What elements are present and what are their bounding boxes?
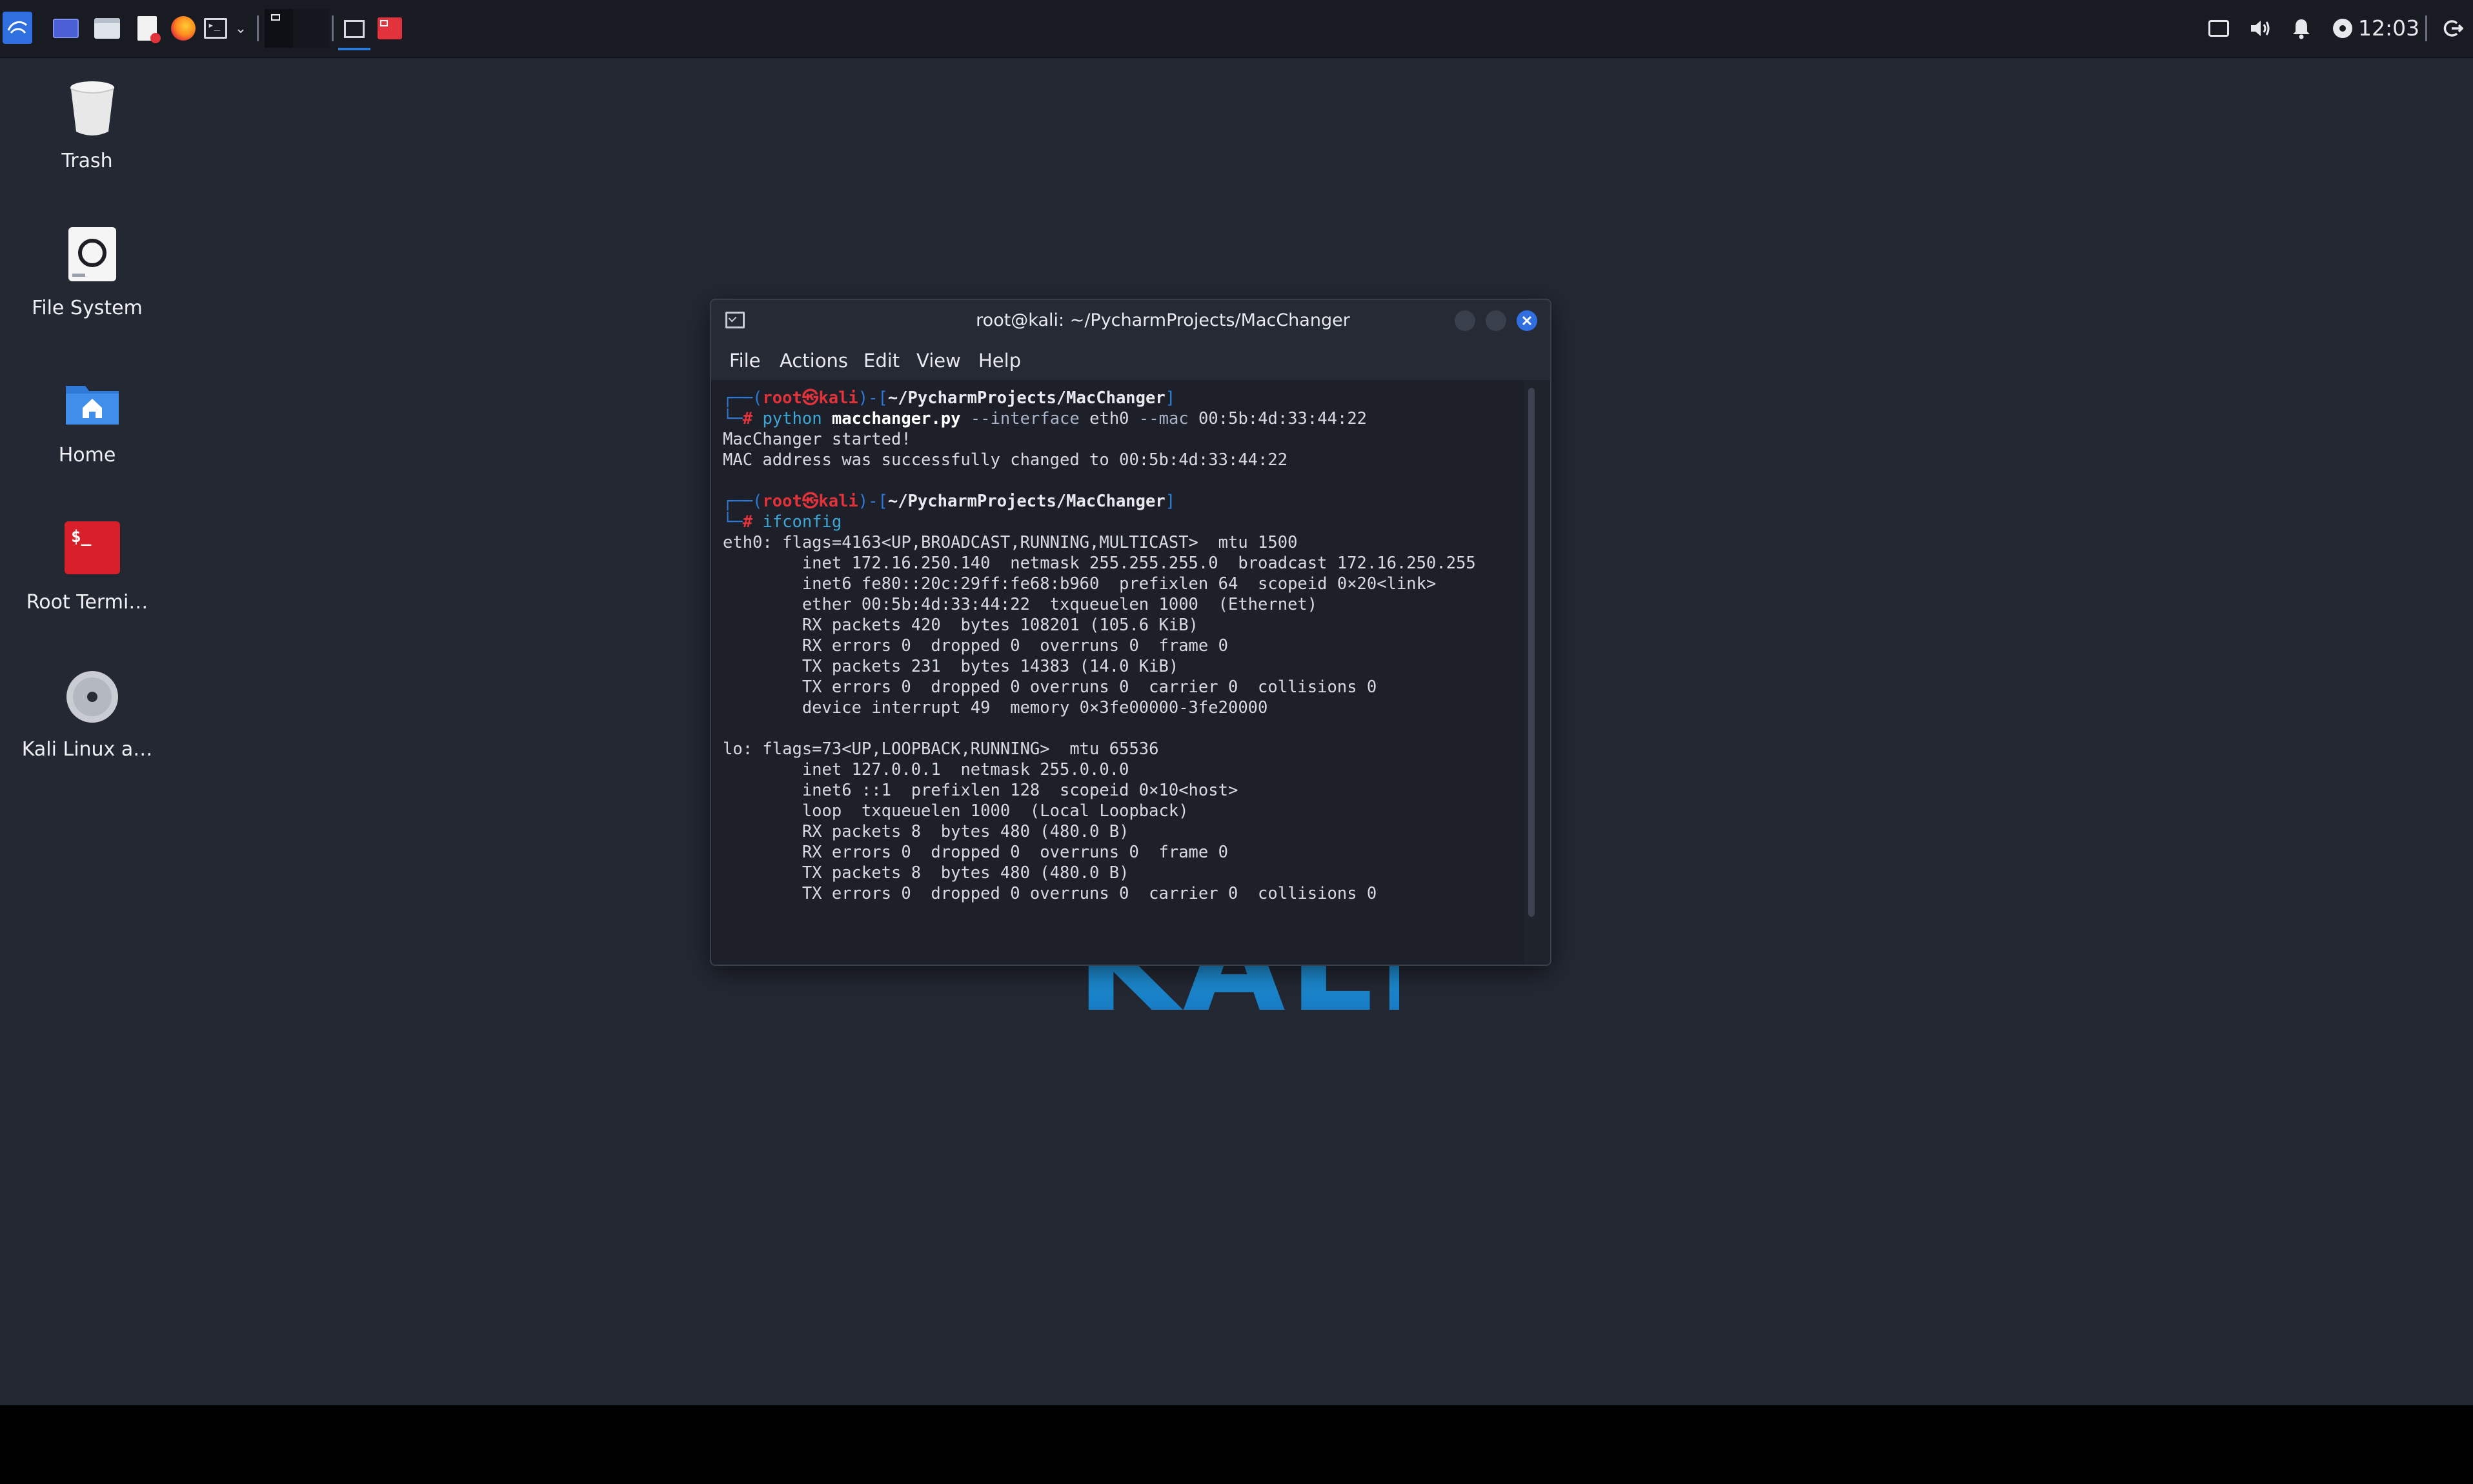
power-status-icon[interactable] [2330,15,2356,41]
command-program: python [762,409,822,428]
prompt-path: ~/PycharmProjects/MacChanger [887,492,1166,511]
menu-file[interactable]: File [729,348,761,374]
terminal-menubar: File Actions Edit View Help [711,341,1550,380]
prompt-line: ┌──(root㉿kali)-[~/PycharmProjects/MacCha… [723,388,1176,408]
prompt-line: ┌──(root㉿kali)-[~/PycharmProjects/MacCha… [723,492,1176,511]
clock[interactable]: 12:03 [2358,14,2419,43]
output-line: TX packets 231 bytes 14383 (14.0 KiB) [723,657,1179,676]
desktop-icon-home[interactable]: Home [6,372,168,501]
screen-bottom-band [0,1405,2473,1484]
terminal-scrollbar[interactable] [1528,388,1535,917]
close-button[interactable] [1517,310,1537,331]
root-terminal-icon: $_ [63,519,121,581]
desktop-icon-file-system[interactable]: File System [6,225,168,354]
desktop-icon-label: Home [58,444,116,466]
output-line: RX errors 0 dropped 0 overruns 0 frame 0 [723,843,1228,862]
desktop-icon-label: Root Termi… [26,591,148,614]
output-line: lo: flags=73<UP,LOOPBACK,RUNNING> mtu 65… [723,739,1159,759]
taskbar-separator [257,15,259,41]
desktop-icon-trash[interactable]: Trash [6,77,168,206]
prompt-path: ~/PycharmProjects/MacChanger [887,388,1166,408]
prompt-hash: # [742,512,753,532]
menu-edit[interactable]: Edit [863,348,900,374]
desktop-icon-kali-disc[interactable]: Kali Linux a… [6,666,168,795]
prompt-at: ㉿ [802,388,819,408]
output-line: eth0: flags=4163<UP,BROADCAST,RUNNING,MU… [723,533,1298,552]
file-manager-icon[interactable] [93,15,121,41]
text-editor-icon[interactable] [134,14,161,43]
prompt-host: kali [818,388,858,408]
output-line: RX packets 8 bytes 480 (480.0 B) [723,822,1129,841]
terminal-output[interactable]: ┌──(root㉿kali)-[~/PycharmProjects/MacCha… [711,380,1524,965]
prompt-at: ㉿ [802,492,819,511]
command-line: └─# ifconfig [723,512,842,532]
output-line: TX errors 0 dropped 0 overruns 0 carrier… [723,884,1377,903]
terminal-task-icon[interactable] [338,10,370,50]
terminal-window-icon [725,312,745,328]
desktop: ▸_ ⌄ 12:03 Trash File System Home $_ Roo… [0,0,2473,1405]
maximize-button[interactable] [1486,310,1506,331]
command-flag: --mac [1138,409,1189,428]
workspace-icon[interactable] [52,17,80,40]
output-line: inet6 fe80::20c:29ff:fe68:b960 prefixlen… [723,574,1437,594]
desktop-icon-label: Kali Linux a… [21,738,153,761]
command-program: ifconfig [762,512,842,532]
command-script: macchanger.py [831,409,961,428]
menu-view[interactable]: View [916,348,961,374]
command-flag: --interface [970,409,1080,428]
menu-help[interactable]: Help [978,348,1021,374]
drive-icon [63,225,121,286]
prompt-user: root [762,492,802,511]
output-line: TX errors 0 dropped 0 overruns 0 carrier… [723,677,1377,697]
menu-actions[interactable]: Actions [780,348,848,374]
command-arg: 00:5b:4d:33:44:22 [1198,409,1368,428]
output-line: device interrupt 49 memory 0×3fe00000-3f… [723,698,1268,717]
root-terminal-task-icon[interactable] [376,15,404,41]
output-line: inet6 ::1 prefixlen 128 scopeid 0×10<hos… [723,781,1238,800]
terminal-window-title: root@kali: ~/PycharmProjects/MacChanger [976,310,1350,330]
taskbar-separator [2425,15,2427,41]
terminal-window[interactable]: root@kali: ~/PycharmProjects/MacChanger … [710,299,1551,966]
workspace-2-icon[interactable] [293,9,329,48]
taskbar: ▸_ ⌄ 12:03 [0,0,2473,58]
desktop-icon-root-terminal[interactable]: $_ Root Termi… [6,519,168,648]
volume-icon[interactable] [2247,15,2273,41]
terminal-titlebar[interactable]: root@kali: ~/PycharmProjects/MacChanger [711,300,1550,341]
output-line: TX packets 8 bytes 480 (480.0 B) [723,863,1129,883]
output-line: ether 00:5b:4d:33:44:22 txqueuelen 1000 … [723,595,1318,614]
dropdown-icon[interactable]: ⌄ [231,19,250,37]
home-folder-icon [63,372,121,434]
logout-icon[interactable] [2439,15,2467,41]
close-icon [1522,316,1532,326]
command-arg: eth0 [1089,409,1129,428]
desktop-icon-label: Trash [61,150,113,172]
output-line: RX errors 0 dropped 0 overruns 0 frame 0 [723,636,1228,656]
display-icon[interactable] [2206,17,2232,40]
output-line: MAC address was successfully changed to … [723,450,1288,470]
terminal-icon[interactable]: ▸_ [203,15,228,41]
notification-bell-icon[interactable] [2288,15,2314,41]
prompt-hash: # [742,409,753,428]
output-line: loop txqueuelen 1000 (Local Loopback) [723,801,1189,821]
trash-icon [63,77,121,139]
prompt-host: kali [818,492,858,511]
output-line: MacChanger started! [723,430,911,449]
output-line: inet 172.16.250.140 netmask 255.255.255.… [723,554,1476,573]
kali-menu-icon[interactable] [3,12,32,44]
disc-icon [63,666,121,728]
minimize-button[interactable] [1455,310,1475,331]
taskbar-separator [332,15,334,41]
desktop-icon-label: File System [32,297,143,319]
output-line: inet 127.0.0.1 netmask 255.0.0.0 [723,760,1129,779]
prompt-user: root [762,388,802,408]
command-line: └─# python macchanger.py --interface eth… [723,409,1368,428]
svg-text:$_: $_ [71,527,92,546]
output-line: RX packets 420 bytes 108201 (105.6 KiB) [723,616,1198,635]
firefox-icon[interactable] [169,14,197,43]
